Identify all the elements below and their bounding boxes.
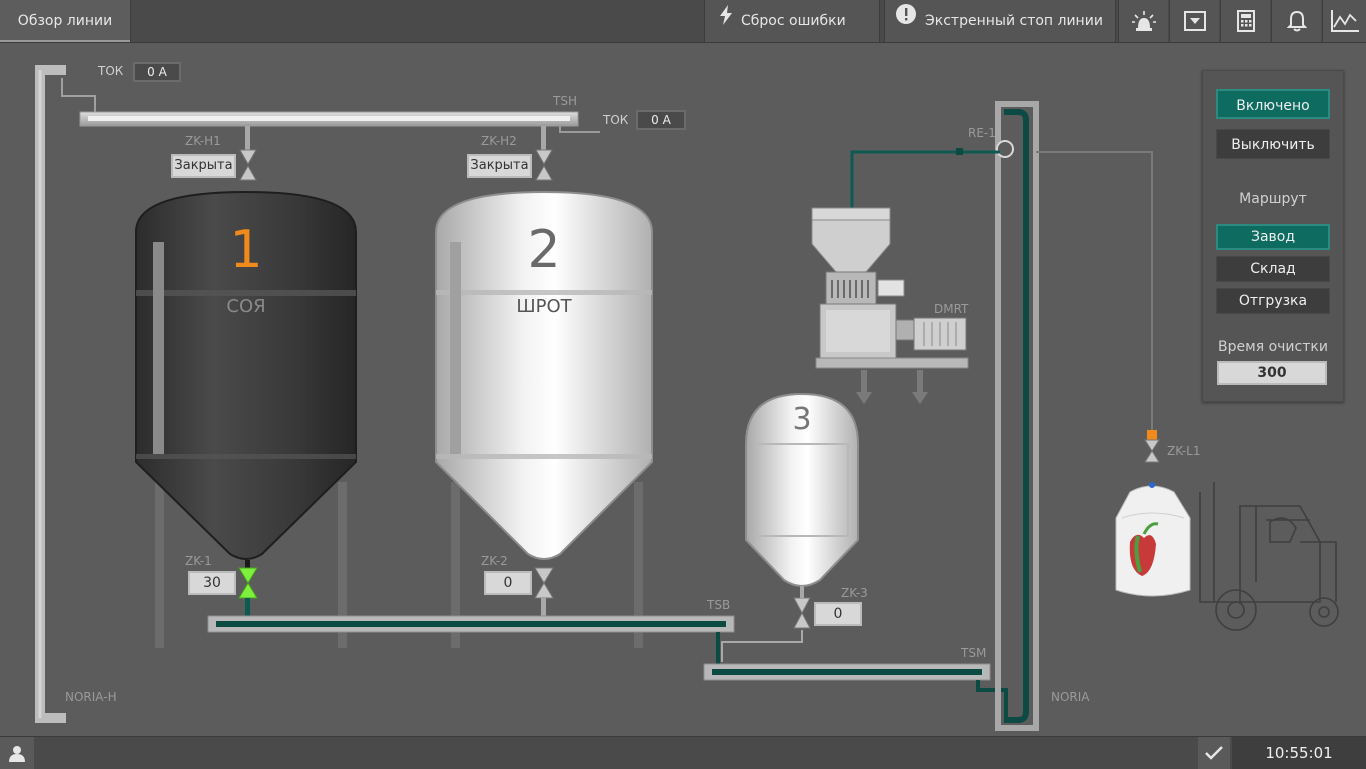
zk-l1-indicator [1147,430,1157,440]
switch-off-button[interactable]: Выключить [1216,129,1330,159]
label-tsm: TSM [961,646,987,660]
label-zk-h1: ZK-H1 [185,134,221,148]
calculator-icon[interactable] [1220,0,1270,42]
forklift [1199,482,1339,631]
top-bar: Обзор линии Сброс ошибки Экстренный стоп… [0,0,1366,43]
reset-error-label: Сброс ошибки [741,13,846,29]
current-2-label: ТОК [603,113,629,127]
control-panel: Включено Выключить Маршрут Завод Склад О… [1202,70,1344,402]
label-tsh: TSH [553,94,577,108]
valve-zk-h2-status[interactable]: Закрыта [467,154,532,178]
emergency-stop-label: Экстренный стоп линии [925,13,1103,29]
tank-2-level-bar [450,242,461,454]
valve-zk-1-position[interactable]: 30 [188,571,236,595]
emergency-stop-button[interactable]: Экстренный стоп линии [884,0,1116,42]
reset-error-button[interactable]: Сброс ошибки [704,0,880,42]
switch-on-button[interactable]: Включено [1216,89,1330,119]
tank-2-number: 2 [527,220,561,280]
route-warehouse-button[interactable]: Склад [1216,256,1330,282]
valve-zk-1 [238,567,258,599]
warning-icon [895,0,917,42]
status-bar: 10:55:01 [0,736,1366,769]
route-shipment-button[interactable]: Отгрузка [1216,288,1330,314]
valve-zk-2 [534,567,554,599]
label-tsb: TSB [707,598,731,612]
valve-zk-3-position[interactable]: 0 [814,602,862,626]
trend-chart-icon[interactable] [1322,0,1366,42]
label-noria-h: NORIA-H [65,690,117,704]
route-title: Маршрут [1239,191,1307,207]
user-icon[interactable] [0,737,34,769]
route-plant-button[interactable]: Завод [1216,224,1330,250]
noria-h-elevator [35,65,66,723]
dmrt-crusher [811,207,969,369]
tank-2-product: ШРОТ [516,296,572,317]
label-re-1: RE-1 [968,126,996,140]
label-zk-2: ZK-2 [481,554,508,568]
label-zk-l1: ZK-L1 [1167,444,1201,458]
dropdown-window-icon[interactable] [1169,0,1219,42]
label-zk-1: ZK-1 [185,554,212,568]
noria-elevator [995,101,1039,731]
tank-1-number: 1 [229,220,263,280]
tank-3-number: 3 [792,402,812,437]
lightning-icon [719,0,733,42]
label-dmrt: DMRT [934,302,969,316]
valve-zk-h1-status[interactable]: Закрыта [171,154,236,178]
current-2-value: 0 A [636,110,686,130]
valve-zk-h1 [239,149,257,181]
checkmark-icon[interactable] [1198,737,1230,769]
discharge-arrows [856,370,928,404]
re-1-sensor [996,140,1014,158]
label-noria: NORIA [1051,690,1090,704]
clock: 10:55:01 [1232,737,1366,769]
label-zk-h2: ZK-H2 [481,134,517,148]
current-1-value: 0 A [133,62,181,82]
tank-1-product: СОЯ [226,296,266,317]
valve-zk-l1 [1144,439,1160,463]
current-1-label: ТОК [98,64,124,78]
cleaning-time-input[interactable]: 300 [1217,361,1327,385]
big-bag [1115,482,1191,597]
alarm-light-icon[interactable] [1118,0,1168,42]
label-zk-3: ZK-3 [841,586,868,600]
valve-zk-h2 [535,149,553,181]
valve-zk-2-position[interactable]: 0 [484,571,532,595]
valve-zk-3 [793,597,811,629]
tank-1-level-bar [153,242,164,454]
cleaning-time-title: Время очистки [1218,339,1328,355]
tab-line-overview[interactable]: Обзор линии [0,0,131,42]
bell-icon[interactable] [1271,0,1321,42]
